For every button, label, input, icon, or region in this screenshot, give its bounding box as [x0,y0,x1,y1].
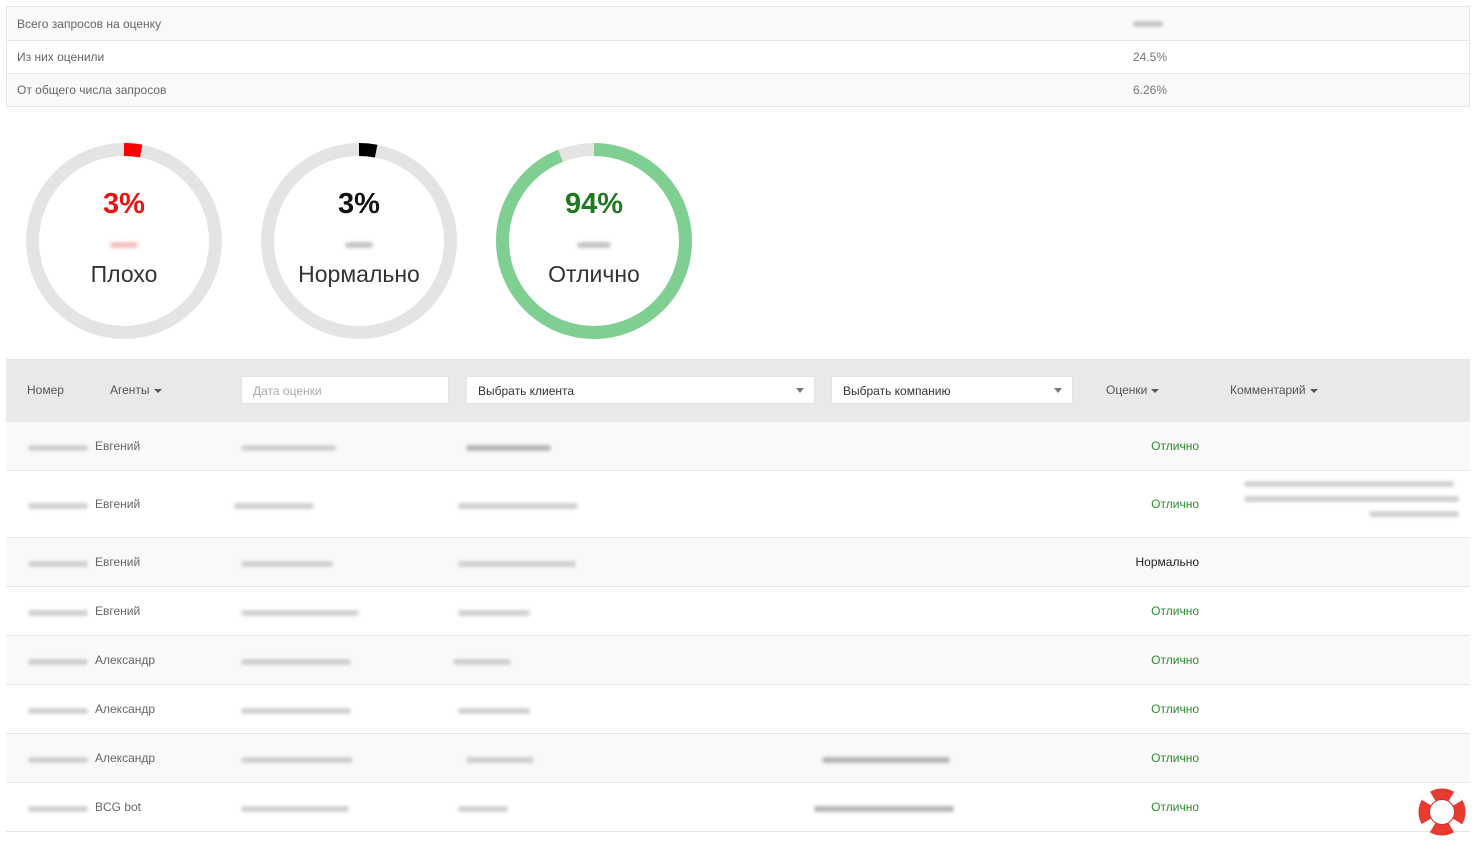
rating-value: Отлично [1151,604,1199,618]
rating-value: Отлично [1151,439,1199,453]
ring-count-redacted [496,236,692,254]
request-number-redacted[interactable] [28,556,88,570]
table-header: Номер Агенты Дата оценки Выбрать клиента… [6,359,1470,422]
company-name-redacted [822,752,950,766]
date-filter-input[interactable]: Дата оценки [241,376,449,404]
request-number-redacted[interactable] [28,498,88,512]
client-name-redacted [458,498,578,512]
request-number-redacted[interactable] [28,440,88,454]
rating-date-redacted [241,440,336,454]
agent-name: Евгений [95,555,141,569]
client-name-redacted [466,752,534,766]
request-number-redacted[interactable] [28,703,88,717]
ratings-filter-label: Оценки [1106,383,1148,397]
stats-value: 24.5% [1133,50,1168,64]
column-number[interactable]: Номер [27,383,64,397]
agent-name: Александр [95,653,156,667]
agent-name: Евгений [95,439,141,453]
rating-value: Отлично [1151,497,1199,511]
stats-table: Всего запросов на оценку Из них оценили … [6,6,1470,107]
help-lifebuoy-button[interactable] [1417,787,1467,837]
request-number-redacted[interactable] [28,605,88,619]
stats-row-rated: Из них оценили 24.5% [7,40,1469,73]
agent-name: BCG bot [95,800,142,814]
stats-row-share: От общего числа запросов 6.26% [7,73,1469,106]
stats-value: 6.26% [1133,83,1168,97]
ratings-filter-dropdown[interactable]: Оценки [1106,383,1160,397]
table-row[interactable]: BCG bot Отлично [6,783,1470,832]
company-select-label: Выбрать компанию [843,384,951,398]
table-row[interactable]: Александр Отлично [6,636,1470,685]
stats-label: Всего запросов на оценку [17,16,162,31]
comments-filter-dropdown[interactable]: Комментарий [1230,383,1318,397]
comment-redacted [1244,481,1459,517]
request-number-redacted[interactable] [28,801,88,815]
rating-date-redacted [241,556,333,570]
rating-value: Нормально [1135,555,1200,569]
ring-count-redacted [261,236,457,254]
caret-down-icon [1151,388,1160,393]
table-row[interactable]: Александр Отлично [6,734,1470,783]
company-name-redacted [814,801,954,815]
agent-name: Александр [95,751,156,765]
rating-date-redacted [241,801,349,815]
agents-filter-label: Агенты [110,383,150,397]
client-select[interactable]: Выбрать клиента [466,376,815,404]
stats-label: От общего числа запросов [17,83,167,97]
rating-ring-normal: 3% Нормально [261,143,457,339]
ring-percent: 3% [103,188,145,220]
company-select[interactable]: Выбрать компанию [831,376,1073,404]
ring-label: Плохо [90,261,158,287]
rating-value: Отлично [1151,751,1199,765]
table-row[interactable]: Александр Отлично [6,685,1470,734]
request-number-redacted[interactable] [28,752,88,766]
client-name-redacted [458,605,530,619]
chevron-down-icon [1054,388,1062,393]
caret-down-icon [1309,388,1318,393]
client-name-redacted [458,801,508,815]
table-row[interactable]: Евгений Нормально [6,538,1470,587]
client-select-label: Выбрать клиента [478,384,575,398]
agent-name: Евгений [95,604,141,618]
ring-label: Нормально [298,261,420,287]
stats-value-redacted [1133,17,1163,31]
client-name-redacted [453,654,511,668]
ring-count-redacted [26,236,222,254]
rating-value: Отлично [1151,702,1199,716]
rating-date-redacted [241,605,359,619]
rating-value: Отлично [1151,800,1199,814]
client-name-redacted [458,556,576,570]
ring-label: Отлично [548,261,640,287]
table-row[interactable]: Евгений Отлично [6,422,1470,471]
request-number-redacted[interactable] [28,654,88,668]
chevron-down-icon [796,388,804,393]
client-name-redacted [466,440,551,454]
comments-filter-label: Комментарий [1230,383,1306,397]
rating-date-redacted [241,703,351,717]
agent-name: Евгений [95,497,141,511]
rating-ring-excellent: 94% Отлично [496,143,692,339]
agents-filter-dropdown[interactable]: Агенты [110,383,162,397]
ring-percent: 3% [338,188,380,220]
client-name-redacted [458,703,530,717]
rating-date-redacted [241,752,353,766]
table-row[interactable]: Евгений Отлично [6,471,1470,538]
rating-date-redacted [234,498,314,512]
rating-value: Отлично [1151,653,1199,667]
agent-name: Александр [95,702,156,716]
ring-percent: 94% [564,188,624,220]
stats-row-total: Всего запросов на оценку [7,7,1469,40]
table-row[interactable]: Евгений Отлично [6,587,1470,636]
lifebuoy-icon [1418,788,1466,836]
rating-date-redacted [241,654,351,668]
stats-label: Из них оценили [17,50,105,64]
ratings-table-body: Евгений Отлично Евгений Отлично Евгений … [6,422,1470,832]
rating-ring-bad: 3% Плохо [26,143,222,339]
caret-down-icon [153,388,162,393]
